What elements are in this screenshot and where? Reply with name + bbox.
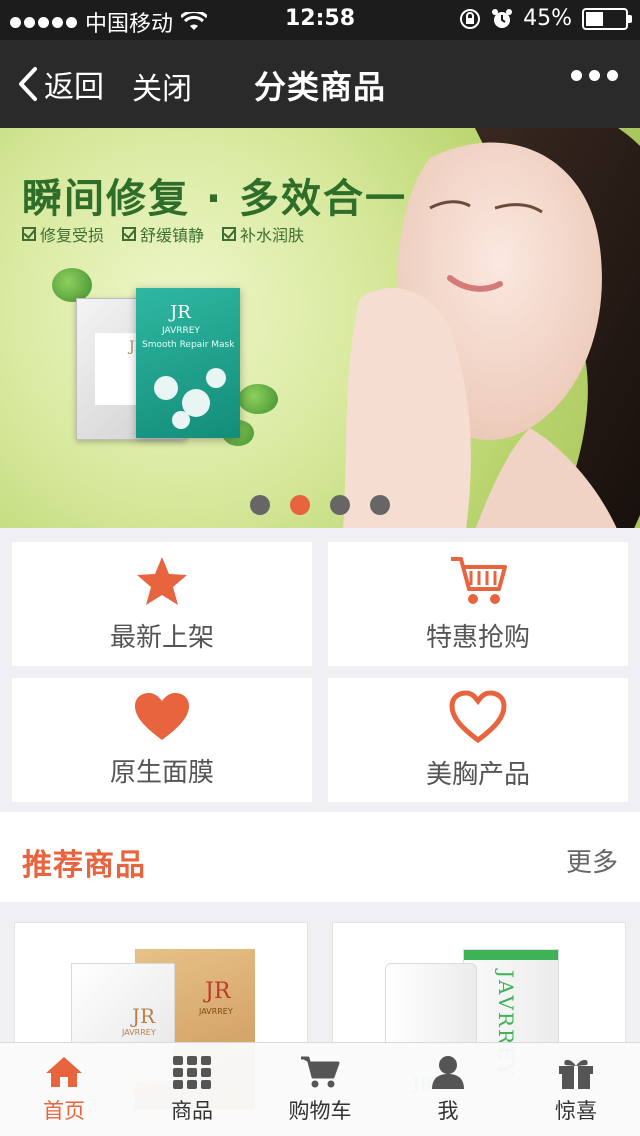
category-label: 最新上架 <box>109 622 214 653</box>
model-photo <box>343 128 640 528</box>
tab-home[interactable]: 首页 <box>0 1043 128 1136</box>
checkbox-icon <box>22 227 36 241</box>
category-flash-sale[interactable]: 特惠抢购 <box>328 542 628 666</box>
more-link[interactable]: 更多 <box>566 842 618 879</box>
more-dot-icon <box>589 70 600 81</box>
recommend-title: 推荐商品 <box>22 848 146 883</box>
more-dot-icon <box>607 70 618 81</box>
tab-products[interactable]: 商品 <box>128 1043 256 1136</box>
category-label: 美胸产品 <box>425 759 530 790</box>
more-menu-button[interactable] <box>571 70 618 81</box>
tab-cart[interactable]: 购物车 <box>256 1043 384 1136</box>
tab-label: 首页 <box>43 1098 85 1123</box>
banner-feature: 舒缓镇静 <box>122 222 204 246</box>
pager-dot[interactable] <box>330 495 350 515</box>
orientation-lock-icon <box>460 8 481 29</box>
nav-bar: 返回 关闭 分类商品 <box>0 40 640 128</box>
star-icon <box>137 556 187 605</box>
promo-banner[interactable]: 瞬间修复 · 多效合一 修复受损 舒缓镇静 补水润肤 JR JR JAVRREY… <box>0 128 640 528</box>
home-icon <box>46 1056 82 1087</box>
leaf-decoration <box>238 384 278 414</box>
recommend-section-header: 推荐商品 更多 <box>0 812 640 902</box>
cart-icon <box>301 1056 340 1087</box>
category-label: 原生面膜 <box>109 757 214 788</box>
checkbox-icon <box>122 227 137 241</box>
tab-label: 惊喜 <box>555 1098 597 1123</box>
pager-dot[interactable] <box>370 495 390 515</box>
checkbox-icon <box>222 227 237 241</box>
heart-icon <box>135 692 189 740</box>
status-right: 45% <box>459 6 632 31</box>
tab-label: 我 <box>437 1098 459 1123</box>
alarm-icon <box>492 8 513 28</box>
category-bust-products[interactable]: 美胸产品 <box>328 678 628 802</box>
pager-dot[interactable] <box>250 495 270 515</box>
product-box-image: JR JAVRREY Smooth Repair Mask <box>136 288 240 438</box>
pager-dot[interactable] <box>290 495 310 515</box>
category-natural-masks[interactable]: 原生面膜 <box>12 678 312 802</box>
banner-feature: 修复受损 <box>22 222 104 246</box>
tab-surprise[interactable]: 惊喜 <box>512 1043 640 1136</box>
tab-label: 商品 <box>171 1098 213 1123</box>
category-label: 特惠抢购 <box>425 622 530 653</box>
cart-icon <box>451 556 507 604</box>
tab-me[interactable]: 我 <box>384 1043 512 1136</box>
grid-icon <box>173 1055 211 1089</box>
page-title: 分类商品 <box>253 68 386 106</box>
gift-icon <box>559 1059 593 1089</box>
battery-percent: 45% <box>523 6 572 31</box>
category-new-arrivals[interactable]: 最新上架 <box>12 542 312 666</box>
more-dot-icon <box>571 70 582 81</box>
category-grid: 最新上架 特惠抢购 原生面膜 美胸产品 <box>12 542 628 802</box>
battery-icon <box>582 7 632 30</box>
status-bar: 中国移动 12:58 45% <box>0 0 640 40</box>
lotus-leaves-graphic <box>154 368 226 429</box>
heart-outline-icon <box>449 689 507 743</box>
leaf-decoration <box>52 268 92 302</box>
banner-pager <box>250 495 390 515</box>
tab-label: 购物车 <box>288 1098 352 1123</box>
user-icon <box>432 1055 464 1089</box>
banner-features: 修复受损 舒缓镇静 补水润肤 <box>22 222 304 246</box>
bottom-tab-bar: 首页 商品 购物车 我 惊喜 <box>0 1042 640 1136</box>
app-root: 中国移动 12:58 45% 返回 关闭 分类商品 瞬间修复 · 多效合一 修复… <box>0 0 640 1136</box>
